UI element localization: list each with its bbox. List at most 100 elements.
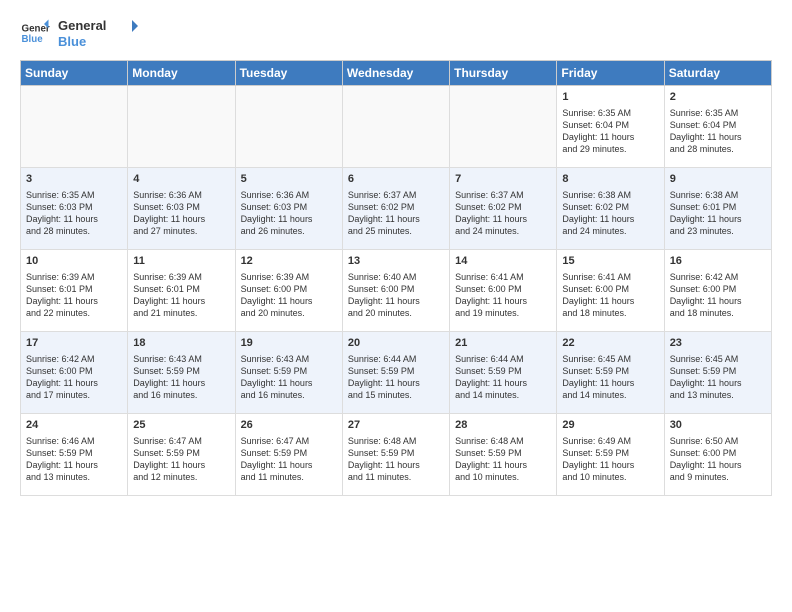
- calendar-cell: [235, 86, 342, 168]
- weekday-header-monday: Monday: [128, 61, 235, 86]
- calendar-cell: [21, 86, 128, 168]
- calendar-cell: 6Sunrise: 6:37 AM Sunset: 6:02 PM Daylig…: [342, 168, 449, 250]
- day-info: Sunrise: 6:36 AM Sunset: 6:03 PM Dayligh…: [241, 189, 338, 238]
- day-info: Sunrise: 6:41 AM Sunset: 6:00 PM Dayligh…: [562, 271, 659, 320]
- day-info: Sunrise: 6:42 AM Sunset: 6:00 PM Dayligh…: [26, 353, 123, 402]
- day-info: Sunrise: 6:48 AM Sunset: 5:59 PM Dayligh…: [455, 435, 552, 484]
- day-info: Sunrise: 6:48 AM Sunset: 5:59 PM Dayligh…: [348, 435, 445, 484]
- day-info: Sunrise: 6:40 AM Sunset: 6:00 PM Dayligh…: [348, 271, 445, 320]
- calendar-cell: 18 Sunrise: 6:43 AM Sunset: 5:59 PM Dayli…: [128, 332, 235, 414]
- weekday-header-sunday: Sunday: [21, 61, 128, 86]
- calendar-cell: 19 Sunrise: 6:43 AM Sunset: 5:59 PM Dayli…: [235, 332, 342, 414]
- day-number: 18: [133, 336, 230, 351]
- calendar-cell: 13 Sunrise: 6:40 AM Sunset: 6:00 PM Dayli…: [342, 250, 449, 332]
- calendar-cell: 28 Sunrise: 6:48 AM Sunset: 5:59 PM Dayli…: [450, 414, 557, 496]
- calendar-cell: 23 Sunrise: 6:45 AM Sunset: 5:59 PM Dayli…: [664, 332, 771, 414]
- weekday-header-wednesday: Wednesday: [342, 61, 449, 86]
- calendar-week-2: 3 Sunrise: 6:35 AM Sunset: 6:03 PM Daylig…: [21, 168, 772, 250]
- day-number: 10: [26, 254, 123, 269]
- day-number: 29: [562, 418, 659, 433]
- day-info: Sunrise: 6:47 AM Sunset: 5:59 PM Dayligh…: [133, 435, 230, 484]
- day-info: Sunrise: 6:42 AM Sunset: 6:00 PM Dayligh…: [670, 271, 767, 320]
- calendar-cell: 8Sunrise: 6:38 AM Sunset: 6:02 PM Daylig…: [557, 168, 664, 250]
- day-number: 20: [348, 336, 445, 351]
- day-info: Sunrise: 6:39 AM Sunset: 6:01 PM Dayligh…: [26, 271, 123, 320]
- day-number: 28: [455, 418, 552, 433]
- calendar-cell: 5 Sunrise: 6:36 AM Sunset: 6:03 PM Daylig…: [235, 168, 342, 250]
- day-number: 17: [26, 336, 123, 351]
- day-number: 16: [670, 254, 767, 269]
- day-number: 24: [26, 418, 123, 433]
- day-info: Sunrise: 6:37 AM Sunset: 6:02 PM Dayligh…: [348, 189, 445, 238]
- day-number: 30: [670, 418, 767, 433]
- calendar-cell: 16 Sunrise: 6:42 AM Sunset: 6:00 PM Dayli…: [664, 250, 771, 332]
- logo-general-text: General: [58, 18, 106, 33]
- day-number: 2: [670, 90, 767, 105]
- logo-text-svg: General Blue: [58, 16, 138, 50]
- day-number: 27: [348, 418, 445, 433]
- calendar-cell: 12 Sunrise: 6:39 AM Sunset: 6:00 PM Dayli…: [235, 250, 342, 332]
- day-number: 25: [133, 418, 230, 433]
- day-number: 21: [455, 336, 552, 351]
- weekday-header-tuesday: Tuesday: [235, 61, 342, 86]
- day-number: 8: [562, 172, 659, 187]
- calendar-week-4: 17 Sunrise: 6:42 AM Sunset: 6:00 PM Dayli…: [21, 332, 772, 414]
- day-number: 12: [241, 254, 338, 269]
- calendar-cell: 9 Sunrise: 6:38 AM Sunset: 6:01 PM Daylig…: [664, 168, 771, 250]
- day-number: 11: [133, 254, 230, 269]
- page-container: General Blue General Blue SundayMondayTu…: [0, 0, 792, 508]
- day-info: Sunrise: 6:46 AM Sunset: 5:59 PM Dayligh…: [26, 435, 123, 484]
- calendar-cell: 14Sunrise: 6:41 AM Sunset: 6:00 PM Dayli…: [450, 250, 557, 332]
- calendar-cell: 20 Sunrise: 6:44 AM Sunset: 5:59 PM Dayli…: [342, 332, 449, 414]
- day-number: 23: [670, 336, 767, 351]
- day-info: Sunrise: 6:44 AM Sunset: 5:59 PM Dayligh…: [348, 353, 445, 402]
- calendar-week-3: 10 Sunrise: 6:39 AM Sunset: 6:01 PM Dayli…: [21, 250, 772, 332]
- day-number: 19: [241, 336, 338, 351]
- weekday-header-row: SundayMondayTuesdayWednesdayThursdayFrid…: [21, 61, 772, 86]
- day-info: Sunrise: 6:36 AM Sunset: 6:03 PM Dayligh…: [133, 189, 230, 238]
- day-info: Sunrise: 6:49 AM Sunset: 5:59 PM Dayligh…: [562, 435, 659, 484]
- day-number: 1: [562, 90, 659, 105]
- day-info: Sunrise: 6:35 AM Sunset: 6:03 PM Dayligh…: [26, 189, 123, 238]
- day-info: Sunrise: 6:43 AM Sunset: 5:59 PM Dayligh…: [241, 353, 338, 402]
- svg-text:Blue: Blue: [22, 34, 44, 45]
- day-number: 14: [455, 254, 552, 269]
- day-info: Sunrise: 6:38 AM Sunset: 6:01 PM Dayligh…: [670, 189, 767, 238]
- header: General Blue General Blue: [20, 16, 772, 50]
- day-number: 15: [562, 254, 659, 269]
- weekday-header-thursday: Thursday: [450, 61, 557, 86]
- day-number: 9: [670, 172, 767, 187]
- calendar-cell: [450, 86, 557, 168]
- day-number: 5: [241, 172, 338, 187]
- day-number: 3: [26, 172, 123, 187]
- calendar-cell: 24 Sunrise: 6:46 AM Sunset: 5:59 PM Dayli…: [21, 414, 128, 496]
- day-info: Sunrise: 6:39 AM Sunset: 6:01 PM Dayligh…: [133, 271, 230, 320]
- calendar-week-5: 24 Sunrise: 6:46 AM Sunset: 5:59 PM Dayli…: [21, 414, 772, 496]
- calendar-cell: 11 Sunrise: 6:39 AM Sunset: 6:01 PM Dayli…: [128, 250, 235, 332]
- calendar-cell: [342, 86, 449, 168]
- calendar-cell: [128, 86, 235, 168]
- day-info: Sunrise: 6:35 AM Sunset: 6:04 PM Dayligh…: [562, 107, 659, 156]
- day-info: Sunrise: 6:45 AM Sunset: 5:59 PM Dayligh…: [670, 353, 767, 402]
- calendar-cell: 21 Sunrise: 6:44 AM Sunset: 5:59 PM Dayli…: [450, 332, 557, 414]
- day-info: Sunrise: 6:44 AM Sunset: 5:59 PM Dayligh…: [455, 353, 552, 402]
- weekday-header-saturday: Saturday: [664, 61, 771, 86]
- calendar-cell: 30Sunrise: 6:50 AM Sunset: 6:00 PM Dayli…: [664, 414, 771, 496]
- day-info: Sunrise: 6:43 AM Sunset: 5:59 PM Dayligh…: [133, 353, 230, 402]
- logo-blue-text: Blue: [58, 34, 86, 49]
- day-number: 7: [455, 172, 552, 187]
- calendar-cell: 15 Sunrise: 6:41 AM Sunset: 6:00 PM Dayli…: [557, 250, 664, 332]
- calendar-cell: 2Sunrise: 6:35 AM Sunset: 6:04 PM Daylig…: [664, 86, 771, 168]
- calendar-cell: 25 Sunrise: 6:47 AM Sunset: 5:59 PM Dayli…: [128, 414, 235, 496]
- calendar-cell: 27 Sunrise: 6:48 AM Sunset: 5:59 PM Dayli…: [342, 414, 449, 496]
- logo-icon: General Blue: [20, 18, 50, 48]
- day-number: 13: [348, 254, 445, 269]
- calendar-cell: 22Sunrise: 6:45 AM Sunset: 5:59 PM Dayli…: [557, 332, 664, 414]
- calendar-cell: 7Sunrise: 6:37 AM Sunset: 6:02 PM Daylig…: [450, 168, 557, 250]
- day-info: Sunrise: 6:39 AM Sunset: 6:00 PM Dayligh…: [241, 271, 338, 320]
- calendar-table: SundayMondayTuesdayWednesdayThursdayFrid…: [20, 60, 772, 496]
- day-number: 4: [133, 172, 230, 187]
- calendar-week-1: 1 Sunrise: 6:35 AM Sunset: 6:04 PM Daylig…: [21, 86, 772, 168]
- weekday-header-friday: Friday: [557, 61, 664, 86]
- logo: General Blue General Blue: [20, 16, 138, 50]
